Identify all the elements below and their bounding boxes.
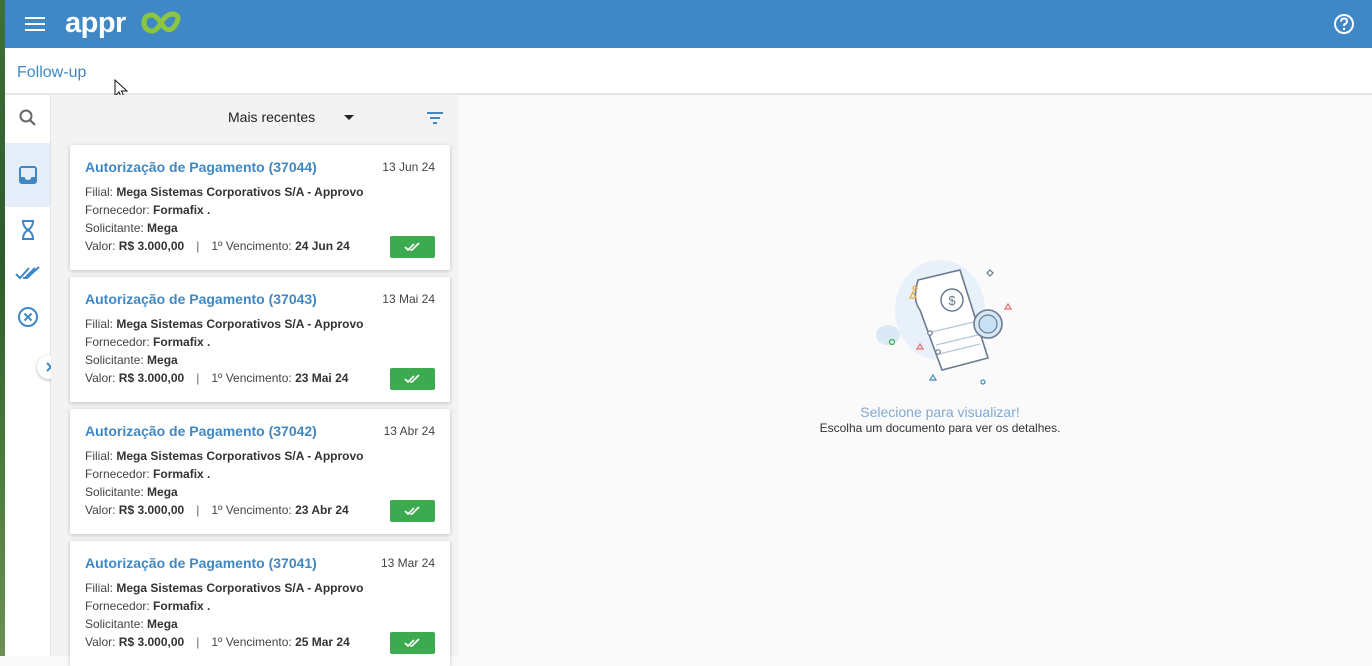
card-title[interactable]: Autorização de Pagamento (37041) [85,555,317,571]
inbox-icon [18,166,37,184]
card-filial: Filial: Mega Sistemas Corporativos S/A -… [85,581,364,595]
approve-button[interactable] [390,500,435,522]
top-bar: appr [5,0,1372,48]
approve-button[interactable] [390,632,435,654]
card-date: 13 Mar 24 [380,556,435,570]
card-title[interactable]: Autorização de Pagamento (37043) [85,291,317,307]
sidebar-item-approved[interactable] [5,250,50,296]
double-check-icon [403,638,420,648]
chevron-down-icon[interactable] [344,115,354,120]
empty-state-title: Selecione para visualizar! [860,404,1020,420]
svg-text:$: $ [948,293,956,308]
card-title[interactable]: Autorização de Pagamento (37044) [85,159,317,175]
svg-text:appr: appr [65,7,126,39]
approve-button[interactable] [390,236,435,258]
card-valor: Valor: R$ 3.000,00 | 1º Vencimento: 23 Mai… [85,371,349,385]
card-solicitante: Solicitante: Mega [85,485,178,499]
double-check-icon [14,266,40,280]
cancel-circle-icon [17,307,38,327]
search-icon [19,109,36,126]
hourglass-icon [21,220,34,240]
double-check-icon [403,506,420,516]
document-card[interactable]: Autorização de Pagamento (37043) 13 Mai … [70,277,450,402]
card-title[interactable]: Autorização de Pagamento (37042) [85,423,317,439]
double-check-icon [403,242,420,252]
document-card[interactable]: Autorização de Pagamento (37044) 13 Jun … [70,145,450,270]
document-card[interactable]: Autorização de Pagamento (37042) 13 Abr … [70,409,450,534]
hamburger-icon[interactable] [25,16,45,32]
empty-state-subtitle: Escolha um documento para ver os detalhe… [819,421,1061,435]
card-valor: Valor: R$ 3.000,00 | 1º Vencimento: 23 Abr… [85,503,349,517]
card-solicitante: Solicitante: Mega [85,353,178,367]
card-date: 13 Abr 24 [383,424,435,438]
card-valor: Valor: R$ 3.000,00 | 1º Vencimento: 25 Mar… [85,635,350,649]
card-solicitante: Solicitante: Mega [85,617,178,631]
empty-state: $ Selecione para visualizar! Escolha um … [760,250,1120,435]
sort-dropdown[interactable]: Mais recentes [228,109,315,125]
document-search-illustration: $ [876,260,1013,385]
card-filial: Filial: Mega Sistemas Corporativos S/A -… [85,185,364,199]
sub-header: Follow-up [5,48,1372,95]
card-date: 13 Jun 24 [382,160,435,174]
card-solicitante: Solicitante: Mega [85,221,178,235]
card-fornecedor: Fornecedor: Formafix . [85,335,211,349]
document-card[interactable]: Autorização de Pagamento (37041) 13 Mar … [70,541,450,666]
filter-icon[interactable] [425,110,445,126]
card-valor: Valor: R$ 3.000,00 | 1º Vencimento: 24 Jun… [85,239,350,253]
card-fornecedor: Fornecedor: Formafix . [85,599,211,613]
double-check-icon [403,374,420,384]
sidebar-item-inbox[interactable] [5,143,50,207]
page-title: Follow-up [17,64,87,81]
card-filial: Filial: Mega Sistemas Corporativos S/A -… [85,317,364,331]
card-filial: Filial: Mega Sistemas Corporativos S/A -… [85,449,364,463]
sidebar-item-rejected[interactable] [5,294,50,340]
approvo-logo: appr [65,7,181,39]
card-fornecedor: Fornecedor: Formafix . [85,203,211,217]
document-list-panel: Mais recentes Autorização de Pagamento (… [51,95,458,666]
card-fornecedor: Fornecedor: Formafix . [85,467,211,481]
approve-button[interactable] [390,368,435,390]
card-date: 13 Mai 24 [382,292,435,306]
sidebar-item-search[interactable] [5,95,50,141]
help-circle-icon[interactable] [1333,13,1355,35]
sidebar-item-pending[interactable] [5,207,50,253]
